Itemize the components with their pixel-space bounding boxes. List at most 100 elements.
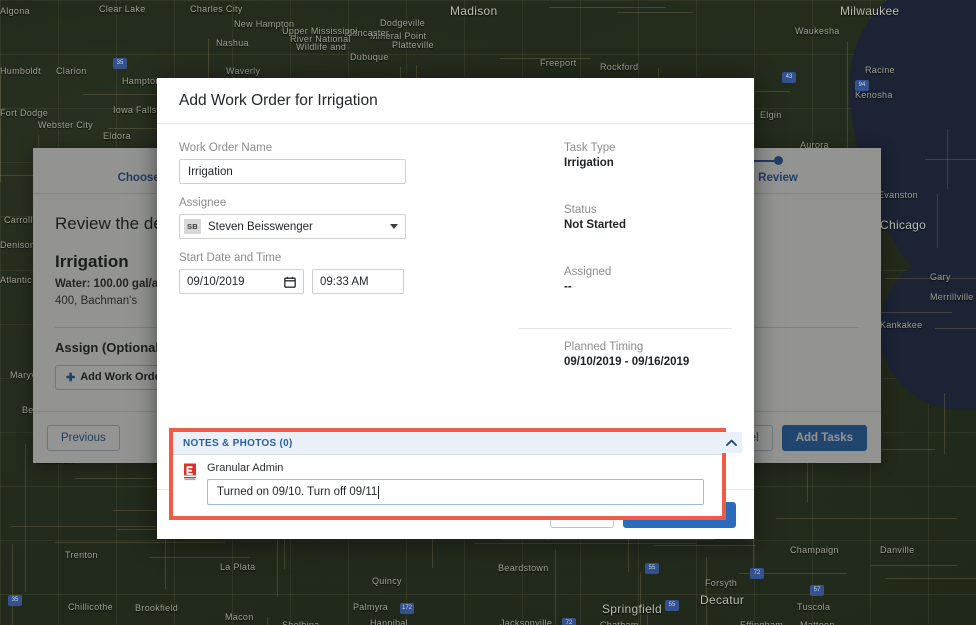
map-label: Waukesha bbox=[795, 26, 840, 36]
map-label: Mattoon bbox=[800, 620, 835, 625]
text-cursor bbox=[378, 485, 380, 499]
map-label: Algona bbox=[0, 6, 30, 16]
add-tasks-button[interactable]: Add Tasks bbox=[781, 424, 867, 451]
map-label: Elgin bbox=[760, 110, 782, 120]
detail-value: Not Started bbox=[564, 219, 626, 231]
notes-panel-title: NOTES & PHOTOS (0) bbox=[183, 437, 293, 449]
map-label: Tuscola bbox=[797, 602, 831, 612]
map-road bbox=[555, 550, 556, 625]
notes-panel-header[interactable]: NOTES & PHOTOS (0) bbox=[173, 432, 722, 455]
modal-title: Add Work Order for Irrigation bbox=[179, 91, 378, 109]
map-road bbox=[937, 194, 938, 248]
map-label: Chatham bbox=[600, 620, 639, 625]
map-label: Evanston bbox=[878, 190, 918, 200]
map-road bbox=[885, 578, 976, 579]
notes-panel-body: Granular Admin Turned on 09/10. Turn off… bbox=[173, 455, 722, 516]
highway-shield-icon: 72 bbox=[562, 618, 576, 625]
map-label: Freeport bbox=[540, 58, 577, 68]
highway-shield-icon: 43 bbox=[782, 72, 796, 83]
assignee-value: Steven Beisswenger bbox=[208, 220, 313, 233]
map-road bbox=[549, 7, 666, 8]
work-order-name-label: Work Order Name bbox=[179, 142, 273, 154]
notes-and-photos-panel[interactable]: NOTES & PHOTOS (0) Granular Admin Turned… bbox=[169, 428, 726, 520]
map-road bbox=[871, 565, 957, 566]
plus-circle-icon: ✚ bbox=[66, 371, 76, 384]
map-label: Clarion bbox=[56, 66, 87, 76]
detail-planned-timing: Planned Timing 09/10/2019 - 09/16/2019 bbox=[564, 341, 732, 368]
start-date-label: Start Date and Time bbox=[179, 252, 282, 264]
map-label: Humboldt bbox=[0, 66, 41, 76]
map-label: Champaign bbox=[790, 545, 839, 555]
note-text-value: Turned on 09/10. Turn off 09/11 bbox=[217, 486, 378, 498]
previous-button[interactable]: Previous bbox=[47, 424, 120, 451]
map-road bbox=[0, 74, 1, 182]
add-work-order-modal[interactable]: Add Work Order for Irrigation Work Order… bbox=[157, 78, 754, 539]
map-road bbox=[75, 478, 153, 479]
map-road bbox=[654, 545, 756, 546]
map-road bbox=[925, 159, 976, 160]
detail-value: -- bbox=[564, 281, 572, 293]
map-label: Carroll bbox=[4, 215, 33, 225]
assignee-label: Assignee bbox=[179, 197, 227, 209]
note-author: Granular Admin bbox=[207, 462, 284, 474]
highway-shield-icon: 72 bbox=[750, 568, 764, 579]
detail-task-type: Task Type Irrigation bbox=[564, 142, 732, 169]
map-label: Effingham bbox=[740, 620, 784, 625]
map-road bbox=[617, 12, 693, 13]
highway-shield-icon: 55 bbox=[665, 600, 679, 611]
chevron-down-icon bbox=[390, 224, 398, 229]
detail-label: Planned Timing bbox=[564, 341, 644, 353]
work-order-name-input[interactable]: Irrigation bbox=[179, 159, 406, 184]
avatar: SB bbox=[184, 219, 201, 234]
map-label: La Plata bbox=[220, 562, 256, 572]
map-road bbox=[944, 393, 945, 454]
start-date-input[interactable]: 09/10/2019 bbox=[179, 269, 304, 294]
start-time-input[interactable]: 09:33 AM bbox=[312, 269, 404, 294]
map-road bbox=[55, 542, 225, 543]
map-label: Eldora bbox=[103, 131, 131, 141]
map-label: Decatur bbox=[700, 593, 745, 607]
assignee-select[interactable]: SB Steven Beisswenger bbox=[179, 214, 406, 239]
map-road bbox=[502, 539, 715, 540]
start-date-value: 09/10/2019 bbox=[187, 275, 245, 288]
map-road bbox=[640, 572, 641, 625]
map-label: Beardstown bbox=[498, 563, 549, 573]
map-label: Nashua bbox=[216, 38, 249, 48]
note-entry: Granular Admin Turned on 09/10. Turn off… bbox=[183, 462, 712, 505]
map-road bbox=[474, 543, 696, 544]
map-label: Danville bbox=[880, 545, 915, 555]
highway-shield-icon: 35 bbox=[8, 595, 22, 606]
map-label: Gary bbox=[930, 272, 951, 282]
map-label: Rockford bbox=[600, 62, 639, 72]
details-divider bbox=[519, 328, 732, 329]
note-text-input[interactable]: Turned on 09/10. Turn off 09/11 bbox=[207, 479, 704, 505]
map-road bbox=[149, 557, 250, 558]
detail-value: Irrigation bbox=[564, 157, 614, 169]
granular-logo-icon bbox=[183, 463, 198, 482]
map-label: Hampton bbox=[122, 76, 161, 86]
map-road bbox=[706, 557, 707, 625]
map-label: Fort Dodge bbox=[0, 108, 49, 118]
map-label: Macon bbox=[225, 612, 254, 622]
assignee-group: Assignee SB Steven Beisswenger bbox=[179, 197, 519, 239]
highway-shield-icon: 94 bbox=[855, 80, 869, 91]
map-label: Dodgeville bbox=[380, 18, 426, 28]
map-label: Denison bbox=[0, 240, 36, 250]
work-order-name-group: Work Order Name Irrigation bbox=[179, 142, 519, 184]
map-label: Jacksonville bbox=[500, 618, 553, 625]
highway-shield-icon: 172 bbox=[400, 603, 414, 614]
map-road bbox=[267, 617, 268, 625]
map-label: Milwaukee bbox=[840, 4, 900, 18]
calendar-icon[interactable] bbox=[284, 276, 296, 288]
detail-label: Task Type bbox=[564, 142, 616, 154]
map-label: Forsyth bbox=[705, 578, 738, 588]
notes-collapse-button[interactable] bbox=[721, 432, 742, 453]
map-label: Iowa Falls bbox=[113, 105, 157, 115]
detail-label: Status bbox=[564, 204, 597, 216]
map-label: Kenosha bbox=[855, 90, 893, 100]
detail-assigned: Assigned -- bbox=[564, 266, 732, 293]
map-road bbox=[12, 544, 13, 625]
detail-value: 09/10/2019 - 09/16/2019 bbox=[564, 356, 690, 368]
map-label: Kankakee bbox=[880, 320, 923, 330]
detail-label: Assigned bbox=[564, 266, 612, 278]
